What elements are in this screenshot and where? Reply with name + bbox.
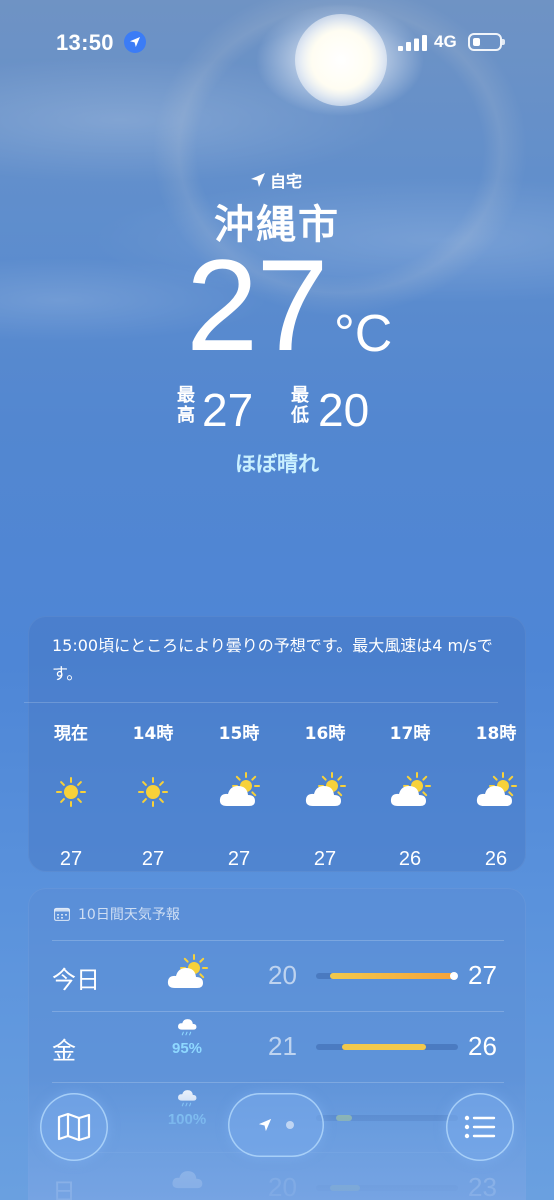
status-time: 13:50 <box>56 30 114 55</box>
ten-day-header: 10日間天気予報 <box>54 904 180 924</box>
day-high-temp: 26 <box>468 1031 497 1061</box>
day-high-temp: 27 <box>468 960 497 990</box>
partly-cloudy-icon <box>375 772 445 812</box>
calendar-icon <box>54 907 70 921</box>
precipitation-chance: 95% <box>171 1040 203 1057</box>
hour-temperature: 27 <box>313 848 337 870</box>
low-temperature: 20 <box>318 384 370 436</box>
day-name: 金 <box>52 1037 76 1065</box>
battery-icon <box>468 33 505 51</box>
cloud-icon <box>164 1166 210 1200</box>
hour-temperature: 27 <box>227 848 251 870</box>
day-high-temp: 23 <box>468 1172 497 1200</box>
precipitation-chance: 100% <box>167 1111 207 1128</box>
day-name: 日 <box>52 1178 76 1200</box>
hour-temperature: 26 <box>484 848 508 870</box>
temperature-range-bar <box>316 1115 458 1121</box>
low-label: 最低 <box>291 385 309 426</box>
temperature-range-bar <box>316 1185 458 1191</box>
hour-label: 14時 <box>132 724 174 744</box>
location-active-icon <box>124 31 146 53</box>
cellular-signal-icon <box>398 35 427 51</box>
day-low-temp: 21 <box>268 1031 297 1061</box>
map-icon <box>57 1112 91 1142</box>
hourly-item: 17時 26 <box>375 720 445 871</box>
high-low-temperatures: 最高 27 最低 20 <box>0 384 554 436</box>
network-type: 4G <box>434 32 457 51</box>
hour-temperature: 27 <box>141 848 165 870</box>
current-condition: ほぼ晴れ <box>235 452 319 476</box>
temperature-range-bar <box>316 972 458 980</box>
hourly-divider <box>24 702 498 703</box>
page-dot <box>286 1121 294 1129</box>
partly-cloudy-icon <box>461 772 531 812</box>
hour-label: 17時 <box>389 724 431 744</box>
partly-cloudy-icon <box>290 772 360 812</box>
sun-icon <box>118 772 188 812</box>
map-button[interactable] <box>40 1093 108 1161</box>
hourly-item: 18時 26 <box>461 720 531 871</box>
temperature-range-bar <box>316 1044 458 1050</box>
daily-row[interactable]: 今日 20 27 <box>0 940 554 1010</box>
high-temperature: 27 <box>202 384 254 436</box>
location-page-indicator[interactable] <box>228 1093 324 1157</box>
day-low-temp: 20 <box>268 1172 297 1200</box>
hour-label: 現在 <box>54 724 88 744</box>
sun-icon <box>36 772 106 812</box>
list-icon <box>464 1115 496 1139</box>
hourly-item: 15時 27 <box>204 720 274 871</box>
forecast-summary: 15:00頃にところにより曇りの予想です。最大風速は4 m/sです。 <box>52 636 493 683</box>
hour-temperature: 26 <box>398 848 422 870</box>
day-low-temp: 20 <box>268 960 297 990</box>
temperature-unit: °C <box>334 305 393 363</box>
hour-label: 16時 <box>304 724 346 744</box>
home-label-text: 自宅 <box>270 172 303 191</box>
location-list-button[interactable] <box>446 1093 514 1161</box>
hour-label: 18時 <box>475 724 517 744</box>
hour-temperature: 27 <box>59 848 83 870</box>
hour-label: 15時 <box>218 724 260 744</box>
partly-cloudy-icon <box>164 954 210 994</box>
home-location-label: 自宅 <box>250 168 302 192</box>
status-bar: 13:50 4G <box>0 0 554 86</box>
rain-cloud-icon: 95% <box>164 1017 210 1057</box>
location-arrow-icon <box>258 1118 272 1132</box>
hourly-item: 16時 27 <box>290 720 360 871</box>
current-temperature: 27 <box>186 232 329 378</box>
location-arrow-icon <box>251 173 265 187</box>
high-label: 最高 <box>177 385 195 426</box>
ten-day-title: 10日間天気予報 <box>78 907 180 923</box>
hourly-item: 14時 27 <box>118 720 188 871</box>
day-name: 今日 <box>52 966 100 994</box>
daily-row[interactable]: 金 95% 21 26 <box>0 1011 554 1081</box>
hourly-item: 現在 27 <box>36 720 106 871</box>
partly-cloudy-icon <box>204 772 274 812</box>
rain-cloud-icon: 100% <box>164 1088 210 1128</box>
